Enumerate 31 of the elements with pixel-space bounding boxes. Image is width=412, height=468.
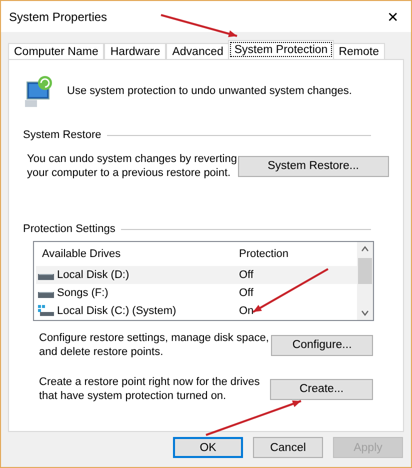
drive-name: Local Disk (D:) <box>57 269 130 281</box>
drive-row[interactable]: Songs (F:) Off <box>36 284 357 302</box>
protection-status: On <box>239 305 254 317</box>
drive-name: Songs (F:) <box>57 287 108 299</box>
close-button[interactable]: ✕ <box>383 8 403 24</box>
system-restore-button[interactable]: System Restore... <box>238 156 389 176</box>
dialog-button[interactable]: Cancel <box>253 437 323 458</box>
protection-status: Off <box>239 287 254 299</box>
dialog-button[interactable]: OK <box>173 437 243 458</box>
group-heading: System Restore <box>23 128 102 142</box>
window-title: System Properties <box>9 10 108 24</box>
column-header: Available Drives <box>41 248 122 260</box>
configure-button[interactable]: Configure... <box>271 334 373 356</box>
tab[interactable]: Computer Name <box>8 43 104 59</box>
description-text: Create a restore point right now for the drives that have system protection turned on. <box>39 375 261 403</box>
drive-name: Local Disk (C:) (System) <box>57 305 176 317</box>
drive-row[interactable]: Local Disk (D:) Off <box>36 266 357 284</box>
description-text: Configure restore settings, manage disk space, and delete restore points. <box>39 331 270 359</box>
system-drive-icon <box>38 305 54 317</box>
tab[interactable]: Hardware <box>104 43 166 59</box>
group-heading: Protection Settings <box>23 222 116 236</box>
intro-text: Use system protection to undo unwanted system changes. <box>67 84 352 98</box>
column-header: Protection <box>238 248 290 260</box>
tab[interactable]: Advanced <box>166 43 230 59</box>
drive-row[interactable]: Local Disk (C:) (System) On <box>36 302 357 320</box>
tab[interactable]: Remote <box>332 43 385 59</box>
tab[interactable]: System Protection <box>228 40 334 59</box>
description-text: You can undo system changes by reverting your computer to a previous restore point. <box>27 152 238 180</box>
scrollbar[interactable] <box>357 242 373 320</box>
create-button[interactable]: Create... <box>270 378 373 400</box>
protection-status: Off <box>239 269 254 281</box>
